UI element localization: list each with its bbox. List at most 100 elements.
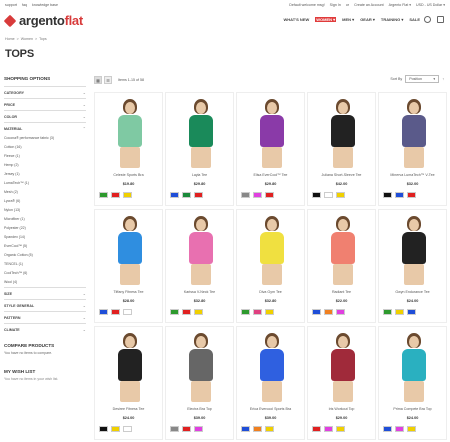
filter-price[interactable]: PRICE ⌄ [4, 98, 86, 110]
material-option[interactable]: Organic Cotton (5) [4, 251, 86, 260]
color-swatch[interactable] [253, 192, 262, 198]
cart-icon[interactable] [437, 16, 444, 23]
color-swatch[interactable] [407, 309, 416, 315]
product-name[interactable]: Radiant Tee [308, 290, 375, 294]
color-swatch[interactable] [407, 426, 416, 432]
color-swatch[interactable] [99, 192, 108, 198]
color-swatch[interactable] [312, 426, 321, 432]
color-swatch[interactable] [123, 309, 132, 315]
color-swatch[interactable] [265, 192, 274, 198]
product-image[interactable] [99, 330, 160, 402]
product-card[interactable]: Karissa V-Neck Tee $32.80 [165, 209, 234, 323]
product-card[interactable]: Celeste Sports Bra $19.80 [94, 92, 163, 206]
color-swatch[interactable] [383, 426, 392, 432]
sort-select[interactable]: Position ▾ [405, 75, 440, 83]
nav-whats-new[interactable]: WHAT'S NEW [284, 17, 310, 22]
product-card[interactable]: Erica Evercool Sports Bra $39.00 [236, 326, 305, 440]
knowledge-base-link[interactable]: knowledge base [32, 3, 58, 7]
product-card[interactable]: Diva Gym Tee $32.80 [236, 209, 305, 323]
color-swatch[interactable] [336, 192, 345, 198]
product-card[interactable]: Gwyn Endurance Tee $24.00 [378, 209, 447, 323]
material-option[interactable]: Nylon (13) [4, 206, 86, 215]
color-swatch[interactable] [336, 309, 345, 315]
color-swatch[interactable] [312, 192, 321, 198]
color-swatch[interactable] [123, 426, 132, 432]
material-option[interactable]: Jersey (1) [4, 170, 86, 179]
product-card[interactable]: Layla Tee $29.80 [165, 92, 234, 206]
material-option[interactable]: Lycra® (6) [4, 197, 86, 206]
product-name[interactable]: Desiree Fitness Tee [95, 407, 162, 411]
product-image[interactable] [241, 96, 302, 168]
filter-size[interactable]: SIZE ⌄ [4, 287, 86, 299]
product-name[interactable]: Electra Bra Top [166, 407, 233, 411]
color-swatch[interactable] [253, 309, 262, 315]
color-swatch[interactable] [194, 309, 203, 315]
product-card[interactable]: Desiree Fitness Tee $24.00 [94, 326, 163, 440]
product-image[interactable] [241, 330, 302, 402]
product-image[interactable] [312, 330, 373, 402]
color-swatch[interactable] [111, 192, 120, 198]
color-swatch[interactable] [324, 309, 333, 315]
nav-training[interactable]: TRAINING ▾ [381, 17, 403, 22]
logo[interactable]: argentoflat [3, 13, 83, 28]
material-option[interactable]: CoolTech™ (6) [4, 269, 86, 278]
product-name[interactable]: Elisa EverCool™ Tee [237, 173, 304, 177]
create-account-link[interactable]: Create an Account [354, 3, 384, 7]
nav-women[interactable]: WOMEN ▾ [315, 17, 337, 22]
product-image[interactable] [170, 213, 231, 285]
list-view-icon[interactable]: ☰ [104, 76, 112, 84]
color-swatch[interactable] [170, 426, 179, 432]
product-image[interactable] [170, 330, 231, 402]
material-option[interactable]: Spandex (14) [4, 233, 86, 242]
color-swatch[interactable] [241, 192, 250, 198]
product-name[interactable]: Diva Gym Tee [237, 290, 304, 294]
product-name[interactable]: Iris Workout Top [308, 407, 375, 411]
color-swatch[interactable] [395, 192, 404, 198]
color-swatch[interactable] [395, 309, 404, 315]
product-card[interactable]: Radiant Tee $22.00 [307, 209, 376, 323]
color-swatch[interactable] [336, 426, 345, 432]
nav-gear[interactable]: GEAR ▾ [360, 17, 375, 22]
search-icon[interactable] [424, 16, 431, 23]
product-card[interactable]: Elisa EverCool™ Tee $29.80 [236, 92, 305, 206]
material-option[interactable]: LumaTech™ (1) [4, 179, 86, 188]
color-swatch[interactable] [241, 426, 250, 432]
product-name[interactable]: Tiffany Fitness Tee [95, 290, 162, 294]
color-swatch[interactable] [324, 426, 333, 432]
product-image[interactable] [170, 96, 231, 168]
filter-color[interactable]: COLOR ⌄ [4, 110, 86, 122]
product-card[interactable]: Prima Compete Bra Top $24.00 [378, 326, 447, 440]
product-card[interactable]: Minerva LumaTech™ V-Tee $32.00 [378, 92, 447, 206]
product-image[interactable] [99, 213, 160, 285]
color-swatch[interactable] [194, 426, 203, 432]
grid-view-icon[interactable]: ▦ [94, 76, 102, 84]
product-image[interactable] [312, 213, 373, 285]
color-swatch[interactable] [241, 309, 250, 315]
material-option[interactable]: Microfiber (1) [4, 215, 86, 224]
nav-sale[interactable]: SALE [409, 17, 420, 22]
product-name[interactable]: Minerva LumaTech™ V-Tee [379, 173, 446, 177]
filter-pattern[interactable]: PATTERN ⌄ [4, 311, 86, 323]
color-swatch[interactable] [265, 309, 274, 315]
product-card[interactable]: Electra Bra Top $39.00 [165, 326, 234, 440]
support-link[interactable]: support [5, 3, 17, 7]
color-swatch[interactable] [194, 192, 203, 198]
color-swatch[interactable] [170, 192, 179, 198]
faq-link[interactable]: faq [22, 3, 27, 7]
color-swatch[interactable] [312, 309, 321, 315]
breadcrumb-home[interactable]: Home [5, 37, 15, 41]
color-swatch[interactable] [182, 192, 191, 198]
product-image[interactable] [312, 96, 373, 168]
material-option[interactable]: Fleece (1) [4, 152, 86, 161]
product-image[interactable] [383, 213, 444, 285]
material-option[interactable]: Polyester (22) [4, 224, 86, 233]
breadcrumb-women[interactable]: Women [21, 37, 33, 41]
color-swatch[interactable] [383, 309, 392, 315]
color-swatch[interactable] [182, 426, 191, 432]
product-name[interactable]: Layla Tee [166, 173, 233, 177]
color-swatch[interactable] [111, 309, 120, 315]
product-name[interactable]: Karissa V-Neck Tee [166, 290, 233, 294]
color-swatch[interactable] [123, 192, 132, 198]
product-name[interactable]: Gwyn Endurance Tee [379, 290, 446, 294]
color-swatch[interactable] [99, 426, 108, 432]
